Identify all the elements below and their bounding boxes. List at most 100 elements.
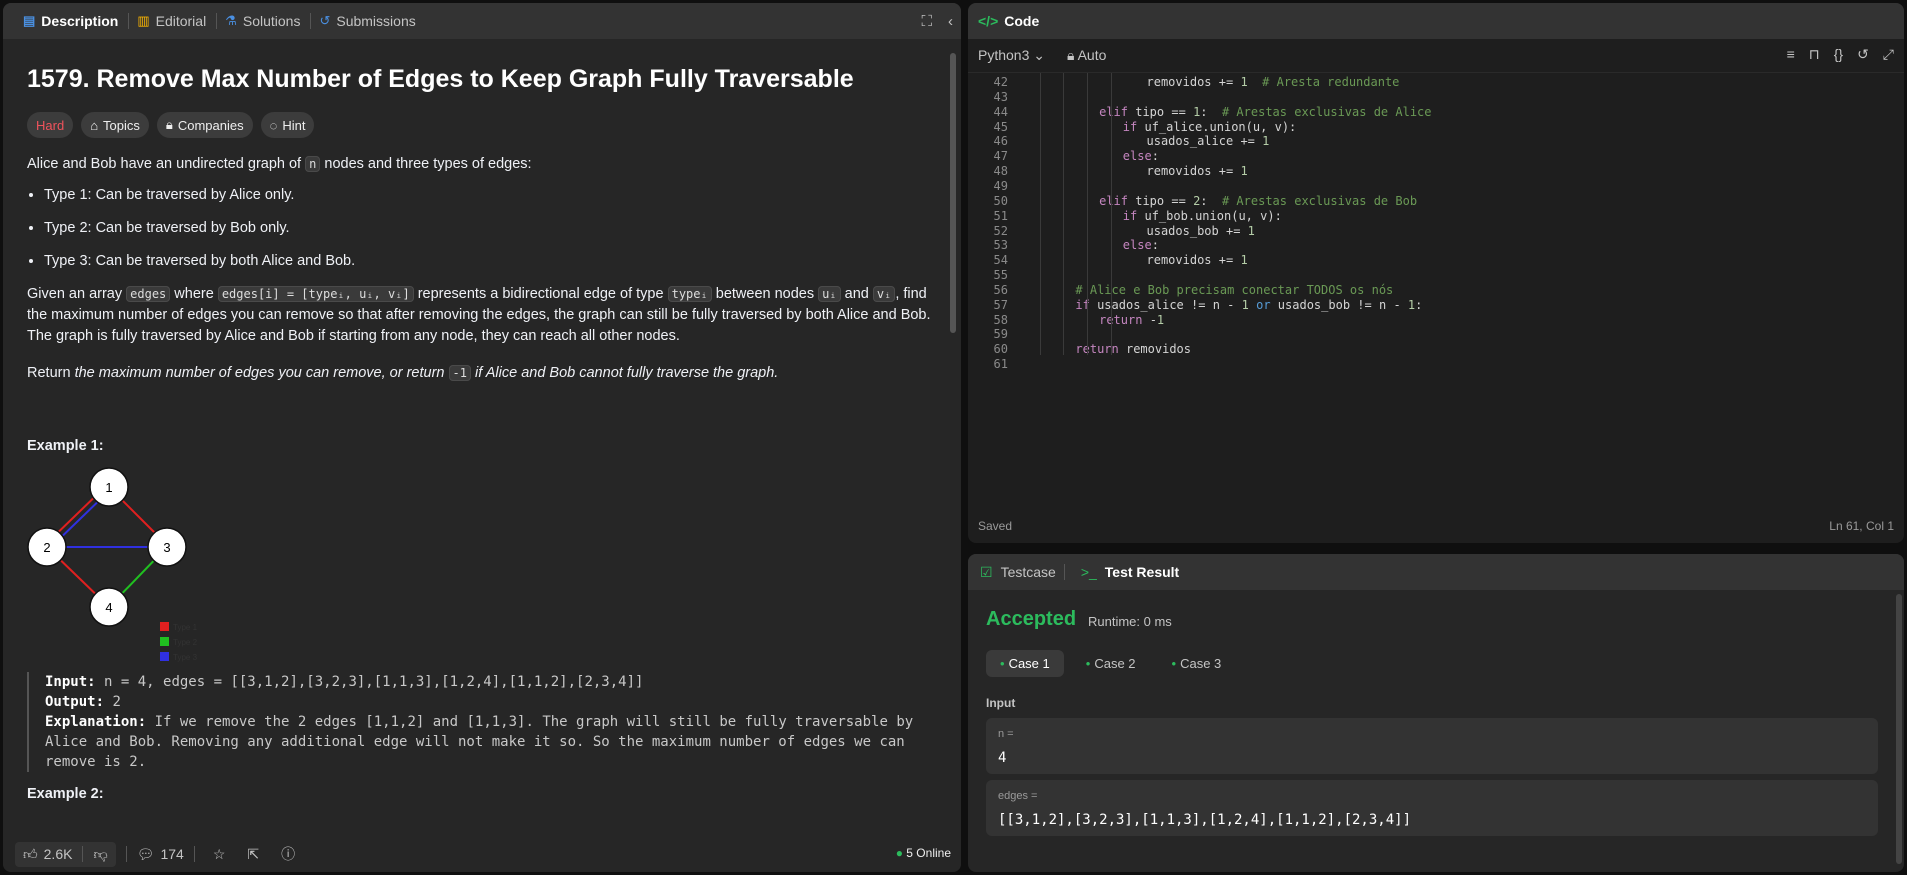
code-tab-bar: </> Code — [968, 3, 1904, 39]
explanation-line: Alice and Bob. Removing any additional e… — [45, 734, 905, 750]
line-number: 42 — [993, 75, 1008, 89]
code-line: return removidos — [1075, 342, 1192, 357]
code-line: # Alice e Bob precisam conectar TODOS os… — [1075, 282, 1394, 297]
legend-swatch-type3 — [160, 652, 169, 661]
legend-label: Type 3 — [173, 653, 198, 662]
tab-editorial[interactable]: ▥ Editorial — [137, 13, 216, 29]
tab-separator — [128, 13, 130, 29]
tab-solutions[interactable]: ⚗ Solutions — [225, 13, 310, 29]
autocomplete-mode[interactable]: 🔒︎ Auto — [1067, 47, 1106, 64]
difficulty-badge[interactable]: Hard — [27, 112, 74, 138]
example-output: Output: 2 — [45, 694, 121, 710]
star-icon[interactable]: ☆ — [213, 846, 226, 863]
help-icon[interactable]: ⓘ — [281, 844, 295, 864]
collapse-icon[interactable]: ‹ — [948, 13, 953, 30]
divider — [82, 846, 84, 862]
expand-icon[interactable]: ⤢ — [1883, 46, 1894, 63]
case-tab[interactable]: • Case 2 — [1072, 650, 1150, 677]
chevron-down-icon: ⌄ — [1033, 47, 1045, 63]
code-panel: </> Code Python3 ⌄ 🔒︎ Auto ≡ ⊓ {} ↺ ⤢ 42 r… — [968, 3, 1904, 543]
description-scrollbar[interactable] — [950, 53, 956, 333]
result-panel: ☑ Testcase >_ Test Result Accepted Runtime… — [968, 554, 1904, 872]
code-line: usados_bob += 1 — [1146, 223, 1255, 238]
share-icon[interactable]: ⇱ — [247, 846, 259, 863]
line-number: 54 — [993, 253, 1008, 268]
code-line: elif tipo == 2: # Arestas exclusivas de … — [1099, 193, 1418, 208]
left-tab-bar: ▤ Description ▥ Editorial ⚗ Solutions ↺ Subm… — [3, 3, 961, 39]
comment-button[interactable]: 💬︎ 174 — [137, 846, 184, 863]
pass-dot-icon: • — [1085, 656, 1091, 671]
hint-tag[interactable]: ◌ Hint — [260, 112, 315, 138]
like-button[interactable]: 👍︎ 2.6K 👎︎ — [15, 841, 116, 867]
online-dot-icon: ● — [895, 846, 903, 860]
code-line: usados_alice += 1 — [1146, 134, 1270, 149]
line-number: 48 — [993, 164, 1008, 179]
legend-swatch-type1 — [160, 622, 169, 631]
example-1-heading: Example 1: — [27, 438, 104, 454]
tab-test-result[interactable]: Test Result — [1105, 564, 1179, 580]
line-number: 57 — [993, 297, 1008, 312]
lock-icon: 🔒︎ — [165, 117, 173, 132]
companies-tag[interactable]: 🔒︎ Companies — [156, 112, 253, 138]
line-number: 53 — [993, 238, 1008, 253]
line-number: 51 — [993, 208, 1008, 223]
divider — [193, 846, 195, 862]
node-label: 1 — [105, 480, 112, 495]
case-tabs: • Case 1 • Case 2 • Case 3 — [986, 650, 1235, 677]
fullscreen-icon[interactable]: ⛶ — [921, 13, 932, 30]
indent-guide — [1087, 73, 1089, 355]
list-item: Type 3: Can be traversed by both Alice a… — [44, 251, 947, 272]
example-1-block: Input: n = 4, edges = [[3,1,2],[3,2,3],[… — [27, 672, 927, 772]
runtime-label: Runtime: 0 ms — [1088, 614, 1172, 629]
topics-tag[interactable]: ⌂ Topics — [81, 112, 149, 138]
return-paragraph: Return the maximum number of edges you c… — [27, 365, 779, 381]
format-icon[interactable]: ≡ — [1787, 46, 1795, 63]
flask-icon: ⚗ — [225, 13, 237, 28]
tag-icon: ⌂ — [90, 117, 99, 133]
left-toolbar: ⛶ ‹ — [921, 3, 961, 39]
code-line: else: — [1122, 238, 1159, 253]
legend-label: Type 1 — [173, 623, 198, 632]
language-select[interactable]: Python3 ⌄ — [978, 47, 1045, 64]
cursor-position: Ln 61, Col 1 — [1829, 519, 1894, 533]
lightbulb-icon: ◌ — [269, 117, 278, 133]
online-count: ● 5 Online — [895, 846, 951, 860]
example-graph-image: 1 2 3 4 Type 1 Type 2 Type 3 — [27, 467, 198, 662]
code-editor[interactable]: 42 removidos += 1 # Aresta redundante 43 44… — [968, 73, 1904, 513]
param-value: [[3,1,2],[3,2,3],[1,1,3],[1,2,4],[1,1,2]… — [998, 812, 1412, 828]
list-item: Type 2: Can be traversed by Bob only. — [44, 218, 947, 239]
pass-dot-icon: • — [1171, 656, 1177, 671]
param-value: 4 — [998, 750, 1007, 766]
tab-submissions[interactable]: ↺ Submissions — [319, 13, 425, 29]
intro-paragraph: Alice and Bob have an undirected graph o… — [27, 156, 532, 172]
editor-tools: ≡ ⊓ {} ↺ ⤢ — [1787, 46, 1894, 63]
bookmark-icon[interactable]: ⊓ — [1809, 46, 1820, 63]
explanation-line: remove is 2. — [45, 754, 147, 770]
example-input: Input: n = 4, edges = [[3,1,2],[3,2,3],[… — [45, 674, 644, 690]
problem-description: 1579. Remove Max Number of Edges to Keep… — [27, 39, 947, 836]
example-2-heading: Example 2: — [27, 786, 104, 802]
node-label: 2 — [43, 540, 50, 555]
checkbox-icon: ☑ — [980, 563, 993, 580]
code-line: removidos += 1 # Aresta redundante — [1146, 75, 1400, 89]
given-paragraph: Given an array edges where edges[i] = [t… — [27, 286, 931, 344]
tab-separator — [1063, 564, 1065, 580]
case-tab[interactable]: • Case 1 — [986, 650, 1064, 677]
history-icon: ↺ — [319, 13, 331, 28]
braces-icon[interactable]: {} — [1834, 46, 1843, 63]
case-tab[interactable]: • Case 3 — [1158, 650, 1236, 677]
line-number: 59 — [993, 327, 1008, 342]
code-icon: </> — [978, 13, 999, 29]
line-number: 58 — [993, 312, 1008, 327]
tab-description[interactable]: ▤ Description — [23, 13, 128, 29]
reset-icon[interactable]: ↺ — [1857, 46, 1869, 63]
code-line: return -1 — [1099, 312, 1165, 327]
tab-testcase[interactable]: Testcase — [1001, 564, 1056, 580]
tag-row: Hard ⌂ Topics 🔒︎ Companies ◌ Hint — [27, 112, 947, 138]
result-status: Accepted — [986, 608, 1077, 630]
thumbs-down-icon[interactable]: 👎︎ — [93, 846, 107, 863]
line-number: 60 — [993, 342, 1008, 357]
result-scrollbar[interactable] — [1896, 594, 1902, 864]
terminal-icon: >_ — [1080, 564, 1097, 580]
code-tab[interactable]: Code — [1004, 13, 1039, 29]
